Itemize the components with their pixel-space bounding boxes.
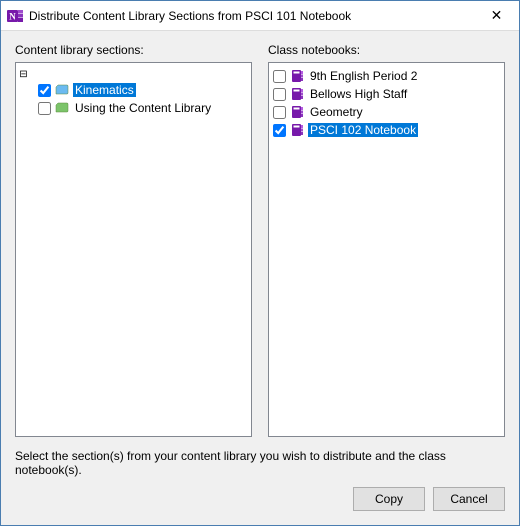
tree-root: ⊟ Kinematics Using the Content Library — [18, 67, 249, 117]
columns: Content library sections: ⊟ Kinematics Us… — [15, 43, 505, 437]
sections-column: Content library sections: ⊟ Kinematics Us… — [15, 43, 252, 437]
button-row: Copy Cancel — [15, 487, 505, 511]
sections-label: Content library sections: — [15, 43, 252, 57]
notebook-icon — [290, 69, 304, 83]
notebooks-column: Class notebooks: 9th English Period 2 Bel… — [268, 43, 505, 437]
window-title: Distribute Content Library Sections from… — [29, 9, 474, 23]
sections-listbox[interactable]: ⊟ Kinematics Using the Content Library — [15, 62, 252, 437]
section-icon — [55, 83, 69, 97]
instruction-text: Select the section(s) from your content … — [15, 449, 505, 477]
notebook-label: Bellows High Staff — [308, 87, 409, 101]
tree-toggle[interactable]: ⊟ — [18, 69, 29, 80]
titlebar: N Distribute Content Library Sections fr… — [1, 1, 519, 31]
notebook-icon — [290, 105, 304, 119]
notebook-icon — [290, 123, 304, 137]
section-checkbox[interactable] — [38, 84, 51, 97]
notebook-row[interactable]: PSCI 102 Notebook — [271, 121, 502, 139]
notebook-checkbox[interactable] — [273, 106, 286, 119]
dialog-window: N Distribute Content Library Sections fr… — [0, 0, 520, 526]
section-row[interactable]: Using the Content Library — [36, 99, 249, 117]
notebook-row[interactable]: Bellows High Staff — [271, 85, 502, 103]
notebooks-label: Class notebooks: — [268, 43, 505, 57]
notebook-checkbox[interactable] — [273, 124, 286, 137]
notebook-icon — [290, 87, 304, 101]
copy-button[interactable]: Copy — [353, 487, 425, 511]
dialog-content: Content library sections: ⊟ Kinematics Us… — [1, 31, 519, 525]
close-icon: ✕ — [491, 7, 503, 24]
notebooks-listbox[interactable]: 9th English Period 2 Bellows High Staff Ge… — [268, 62, 505, 437]
notebook-checkbox[interactable] — [273, 88, 286, 101]
onenote-icon: N — [7, 8, 23, 24]
notebook-checkbox[interactable] — [273, 70, 286, 83]
section-checkbox[interactable] — [38, 102, 51, 115]
notebook-row[interactable]: 9th English Period 2 — [271, 67, 502, 85]
notebook-label: Geometry — [308, 105, 365, 119]
section-label: Kinematics — [73, 83, 136, 97]
notebook-row[interactable]: Geometry — [271, 103, 502, 121]
notebook-label: PSCI 102 Notebook — [308, 123, 418, 137]
cancel-button[interactable]: Cancel — [433, 487, 505, 511]
svg-text:N: N — [9, 11, 16, 21]
close-button[interactable]: ✕ — [474, 1, 519, 31]
section-icon — [55, 101, 69, 115]
section-row[interactable]: Kinematics — [36, 81, 249, 99]
notebook-label: 9th English Period 2 — [308, 69, 419, 83]
section-label: Using the Content Library — [73, 101, 213, 115]
